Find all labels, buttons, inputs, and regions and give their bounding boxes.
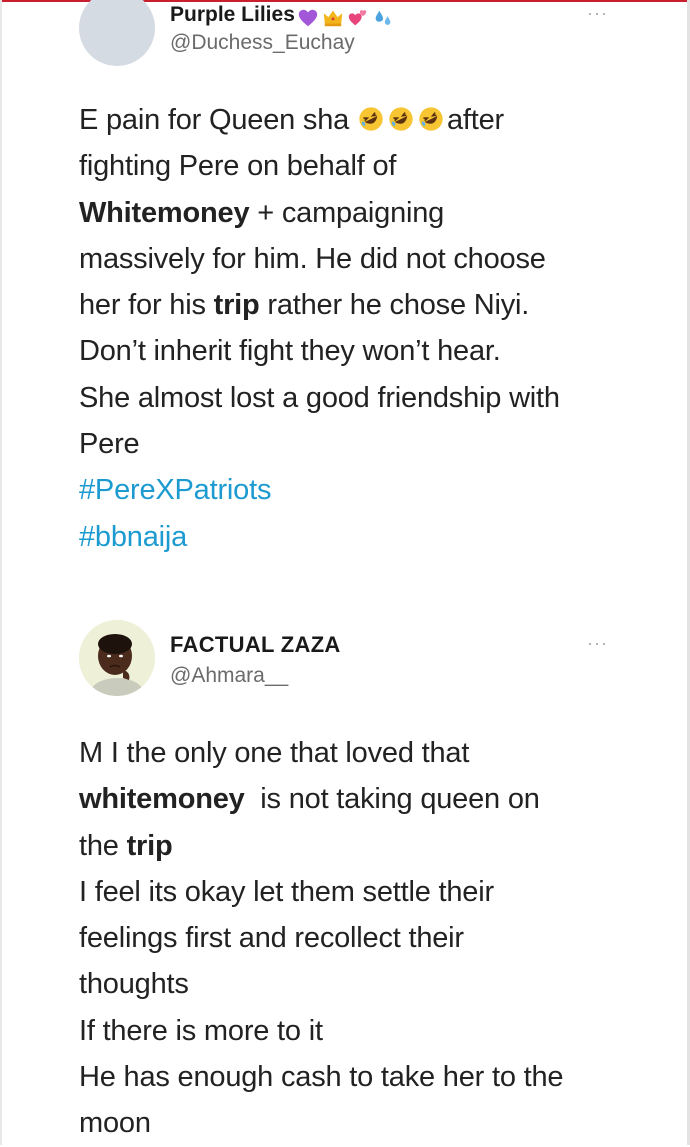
purple-heart-icon [298,10,318,27]
text-segment: + campaigning [249,196,445,229]
rolling-laugh-icon [419,107,443,131]
tweet-line: If there is more to it [79,1014,323,1047]
tweet-line: moon [79,1107,151,1140]
name-emojis [297,6,397,30]
tweet-line: feelings first and recollect their [79,922,464,955]
hashtag-link[interactable]: #bbnaija [79,514,659,560]
tweet-text: E pain for Queen sha after fighting Pere… [79,97,659,560]
avatar[interactable] [79,620,155,696]
text-segment: E pain for Queen sha [79,104,350,136]
text-segment: is not taking queen on [244,783,540,816]
tweet-line: Whitemoney + campaigning [79,190,659,236]
text-segment: rather he chose Niyi. [259,289,530,322]
tweet-line: Pere [79,428,140,461]
text-segment: the [79,829,127,862]
user-handle[interactable]: @Duchess_Euchay [170,31,355,55]
two-hearts-icon [348,10,367,26]
bold-keyword: trip [213,289,260,322]
tweet-line: the trip [79,823,659,869]
display-name[interactable]: FACTUAL ZAZA [170,632,341,658]
sweat-droplets-icon [375,11,391,26]
tweet-line: fighting Pere on behalf of [79,150,397,183]
avatar[interactable] [79,0,155,66]
tweet-line: massively for him. He did not choose [79,242,546,275]
bold-keyword: Whitemoney [79,196,250,229]
more-options-icon[interactable]: ··· [587,634,608,652]
tweet-line: whitemoney is not taking queen on [79,776,659,822]
text-segment: her for his [79,289,214,322]
user-handle[interactable]: @Ahmara__ [170,664,288,688]
tweet[interactable]: FACTUAL ZAZA @Ahmara__ ··· M I the only … [0,590,690,1145]
tweet-line: He has enough cash to take her to the [79,1061,564,1094]
screenshot-frame: Purple Lilies @Duchess_Euchay ··· E pain… [0,0,690,1145]
more-options-icon[interactable]: ··· [587,4,608,22]
bold-keyword: trip [126,829,173,862]
text-segment: after [446,104,504,136]
tweet-line: thoughts [79,968,189,1001]
bold-keyword: whitemoney [79,783,245,816]
tweet-line: E pain for Queen sha after [79,97,659,143]
tweet-line: Don’t inherit fight they won’t hear. [79,335,501,368]
crown-icon [323,11,343,27]
display-name[interactable]: Purple Lilies [170,3,397,30]
tweet-line: I feel its okay let them settle their [79,875,494,908]
hashtag-link[interactable]: #PereXPatriots [79,467,659,513]
display-name-text: Purple Lilies [170,3,295,26]
tweet-text: M I the only one that loved that whitemo… [79,730,659,1147]
tweet-line: her for his trip rather he chose Niyi. [79,282,659,328]
rolling-laugh-icon [389,107,413,131]
tweet-line: She almost lost a good friendship with [79,381,560,414]
tweet-line: M I the only one that loved that [79,737,470,769]
rolling-laugh-icon [359,107,383,131]
child-portrait-icon [79,620,155,696]
tweet[interactable]: Purple Lilies @Duchess_Euchay ··· E pain… [0,0,690,590]
